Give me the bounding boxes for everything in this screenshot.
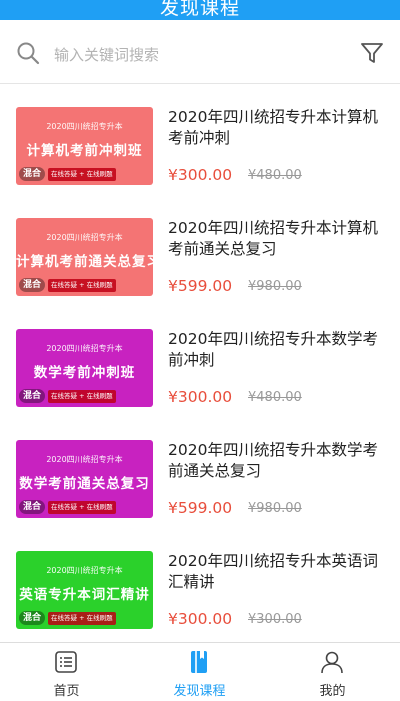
feature-tag: 在线答疑 + 在线刷题 xyxy=(48,167,116,181)
thumb-tags: 混合 在线答疑 + 在线刷题 xyxy=(19,278,150,292)
course-title[interactable]: 2020年四川统招专升本计算机考前冲刺 xyxy=(168,107,383,149)
course-thumbnail[interactable]: 2020四川统招专升本 计算机考前冲刺班 混合 在线答疑 + 在线刷题 xyxy=(16,107,153,185)
course-item[interactable]: 2020四川统招专升本 计算机考前通关总复习 混合 在线答疑 + 在线刷题 20… xyxy=(0,218,400,329)
thumb-tags: 混合 在线答疑 + 在线刷题 xyxy=(19,389,150,403)
course-original-price: ¥300.00 xyxy=(248,612,302,627)
course-price: ¥300.00 xyxy=(168,388,233,406)
mix-badge: 混合 xyxy=(19,611,46,625)
feature-tag: 在线答疑 + 在线刷题 xyxy=(48,611,116,625)
thumb-subtitle: 2020四川统招专升本 xyxy=(46,566,123,575)
course-item[interactable]: 2020四川统招专升本 数学考前通关总复习 混合 在线答疑 + 在线刷题 202… xyxy=(0,440,400,551)
mix-badge: 混合 xyxy=(19,278,46,292)
tab-home[interactable]: 首页 xyxy=(0,643,133,701)
course-thumbnail[interactable]: 2020四川统招专升本 计算机考前通关总复习 混合 在线答疑 + 在线刷题 xyxy=(16,218,153,296)
search-input[interactable]: 输入关键词搜索 xyxy=(54,44,159,65)
filter-icon[interactable] xyxy=(360,41,384,65)
course-item[interactable]: 2020四川统招专升本 数学考前冲刺班 混合 在线答疑 + 在线刷题 2020年… xyxy=(0,329,400,440)
search-icon[interactable] xyxy=(16,41,40,65)
mix-badge: 混合 xyxy=(19,500,46,514)
course-thumbnail[interactable]: 2020四川统招专升本 英语专升本词汇精讲 混合 在线答疑 + 在线刷题 xyxy=(16,551,153,629)
course-original-price: ¥980.00 xyxy=(248,279,302,294)
thumb-title: 计算机考前冲刺班 xyxy=(26,143,143,159)
profile-icon xyxy=(321,651,343,674)
thumb-subtitle: 2020四川统招专升本 xyxy=(46,233,123,242)
thumb-tags: 混合 在线答疑 + 在线刷题 xyxy=(19,167,150,181)
course-original-price: ¥980.00 xyxy=(248,501,302,516)
course-list: 2020四川统招专升本 计算机考前冲刺班 混合 在线答疑 + 在线刷题 2020… xyxy=(0,84,400,642)
tab-label: 首页 xyxy=(53,684,80,699)
tab-label: 我的 xyxy=(319,684,346,699)
course-thumbnail[interactable]: 2020四川统招专升本 数学考前通关总复习 混合 在线答疑 + 在线刷题 xyxy=(16,440,153,518)
tab-label: 发现课程 xyxy=(173,684,226,699)
course-thumbnail[interactable]: 2020四川统招专升本 数学考前冲刺班 混合 在线答疑 + 在线刷题 xyxy=(16,329,153,407)
tab-profile[interactable]: 我的 xyxy=(266,643,399,701)
course-item[interactable]: 2020四川统招专升本 英语专升本词汇精讲 混合 在线答疑 + 在线刷题 202… xyxy=(0,551,400,642)
thumb-title: 英语专升本词汇精讲 xyxy=(19,587,150,603)
search-bar: 输入关键词搜索 xyxy=(0,20,400,84)
thumb-title: 数学考前冲刺班 xyxy=(33,365,136,381)
thumb-subtitle: 2020四川统招专升本 xyxy=(46,122,123,131)
feature-tag: 在线答疑 + 在线刷题 xyxy=(48,278,116,292)
page-title: 发现课程 xyxy=(159,0,240,19)
tab-discover-courses[interactable]: 发现课程 xyxy=(133,643,266,701)
course-original-price: ¥480.00 xyxy=(248,390,302,405)
course-title[interactable]: 2020年四川统招专升本英语词汇精讲 xyxy=(168,551,383,593)
thumb-subtitle: 2020四川统招专升本 xyxy=(46,455,123,464)
course-price: ¥300.00 xyxy=(168,166,233,184)
feature-tag: 在线答疑 + 在线刷题 xyxy=(48,389,116,403)
course-title[interactable]: 2020年四川统招专升本计算机考前通关总复习 xyxy=(168,218,383,260)
course-title[interactable]: 2020年四川统招专升本数学考前冲刺 xyxy=(168,329,383,371)
mix-badge: 混合 xyxy=(19,167,46,181)
course-price: ¥599.00 xyxy=(168,277,233,295)
course-price: ¥599.00 xyxy=(168,499,233,517)
mix-badge: 混合 xyxy=(19,389,46,403)
course-original-price: ¥480.00 xyxy=(248,168,302,183)
course-title[interactable]: 2020年四川统招专升本数学考前通关总复习 xyxy=(168,440,383,482)
app-header: 发现课程 xyxy=(0,0,400,20)
course-item[interactable]: 2020四川统招专升本 计算机考前冲刺班 混合 在线答疑 + 在线刷题 2020… xyxy=(0,107,400,218)
course-price: ¥300.00 xyxy=(168,610,233,628)
feature-tag: 在线答疑 + 在线刷题 xyxy=(48,500,116,514)
thumb-subtitle: 2020四川统招专升本 xyxy=(46,344,123,353)
thumb-tags: 混合 在线答疑 + 在线刷题 xyxy=(19,500,150,514)
thumb-title: 数学考前通关总复习 xyxy=(19,476,150,492)
thumb-title: 计算机考前通关总复习 xyxy=(16,254,153,270)
bottom-tab-bar: 首页 发现课程 我的 xyxy=(0,642,400,700)
home-list-icon xyxy=(55,651,77,673)
thumb-tags: 混合 在线答疑 + 在线刷题 xyxy=(19,611,150,625)
book-icon xyxy=(191,651,207,673)
